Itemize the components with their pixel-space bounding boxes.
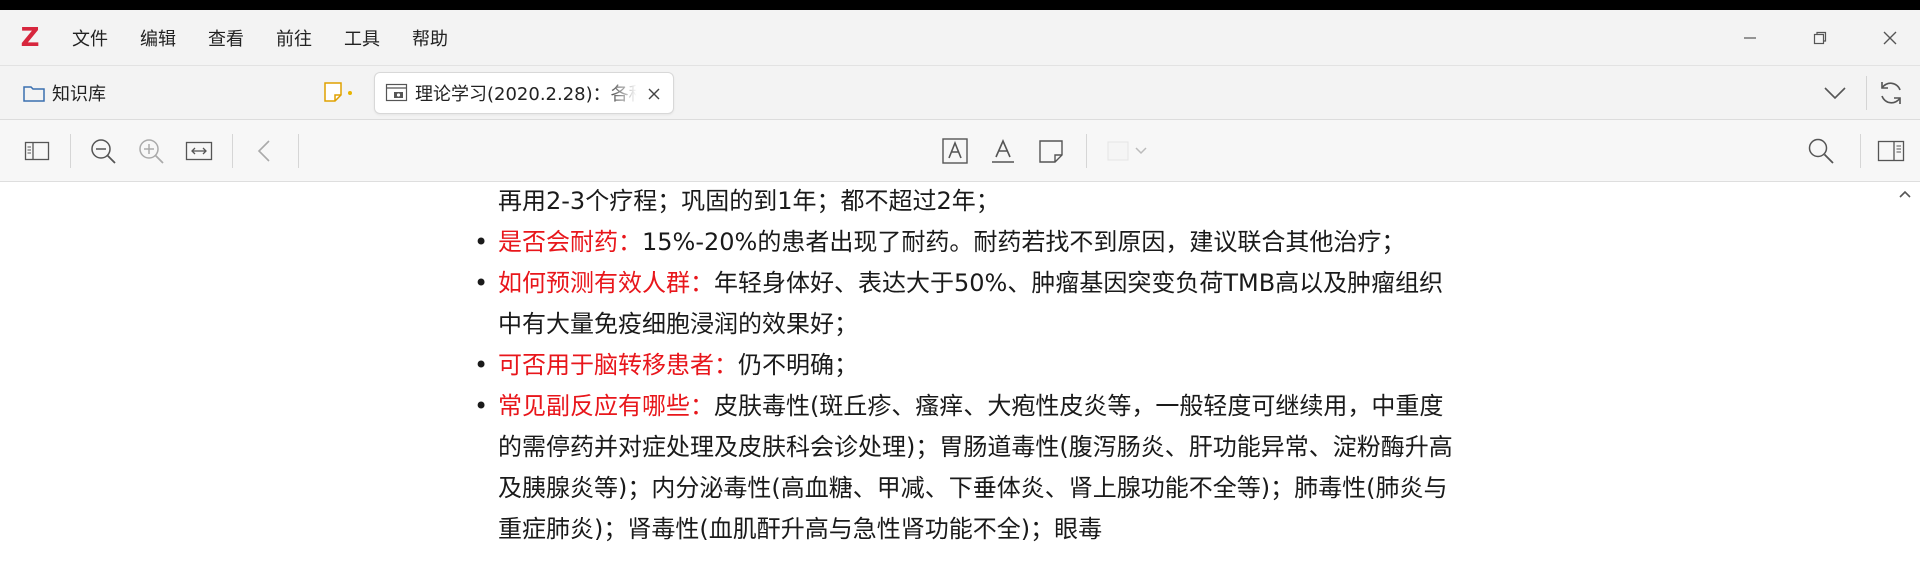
underline-text-button[interactable] (988, 136, 1018, 166)
chevron-up-icon (1899, 190, 1911, 198)
context-pane-icon (1877, 140, 1905, 162)
zoom-in-icon (139, 139, 164, 164)
zoom-out-button[interactable] (88, 136, 118, 166)
app-logo: Z (20, 22, 40, 53)
tab-close-button[interactable] (647, 81, 661, 106)
library-tab[interactable]: 知识库 (22, 66, 106, 120)
sidebar-icon (24, 141, 50, 161)
note-icon (1039, 140, 1063, 163)
reader-toolbar (0, 120, 1920, 182)
menu-tools[interactable]: 工具 (328, 25, 396, 51)
sync-button[interactable] (1876, 78, 1906, 112)
item-label: 是否会耐药： (498, 228, 642, 256)
bullet-list: 是否会耐药：15%-20%的患者出现了耐药。耐药若找不到原因，建议联合其他治疗；… (472, 222, 1462, 550)
chevron-left-icon (257, 140, 270, 162)
divider (1866, 76, 1867, 110)
item-label: 常见副反应有哪些： (498, 392, 714, 420)
divider (1860, 134, 1861, 168)
list-item: 常见副反应有哪些：皮肤毒性(斑丘疹、瘙痒、大疱性皮炎等，一般轻度可继续用，中重度… (472, 386, 1462, 550)
list-item: 可否用于脑转移患者：仍不明确； (472, 345, 1462, 386)
tab-bar: 知识库 理论学习(2020.2.28)：各种免疫检查点抑制剂 (0, 66, 1920, 120)
tab-list-dropdown[interactable] (1820, 78, 1850, 112)
close-window-button[interactable] (1860, 10, 1920, 66)
close-icon (648, 88, 660, 100)
list-item: 是否会耐药：15%-20%的患者出现了耐药。耐药若找不到原因，建议联合其他治疗； (472, 222, 1462, 263)
minimize-button[interactable] (1720, 10, 1780, 66)
zoom-out-icon (91, 139, 116, 164)
list-item: 如何预测有效人群：年轻身体好、表达大于50%、肿瘤基因突变负荷TMB高以及肿瘤组… (472, 263, 1462, 345)
divider (298, 134, 299, 168)
search-icon (1808, 138, 1834, 164)
library-tab-label: 知识库 (52, 84, 106, 105)
sync-icon (1881, 82, 1901, 104)
highlight-text-button[interactable] (940, 136, 970, 166)
menu-go[interactable]: 前往 (260, 25, 328, 51)
divider (232, 134, 233, 168)
notes-tab-button[interactable] (322, 80, 356, 110)
item-label: 可否用于脑转移患者： (498, 351, 738, 379)
note-icon (324, 82, 352, 102)
back-button[interactable] (250, 136, 280, 166)
highlight-text-icon (942, 138, 968, 164)
menu-edit[interactable]: 编辑 (124, 25, 192, 51)
color-picker-button[interactable] (1104, 136, 1154, 166)
fit-width-button[interactable] (184, 136, 214, 166)
underline-text-icon (992, 139, 1014, 163)
minimize-icon (1744, 37, 1756, 39)
item-label: 如何预测有效人群： (498, 269, 714, 297)
tab-active-document[interactable]: 理论学习(2020.2.28)：各种免疫检查点抑制剂 (374, 72, 674, 114)
search-button[interactable] (1806, 136, 1836, 166)
folder-icon (23, 86, 45, 102)
web-snapshot-icon (385, 83, 408, 102)
chevron-down-icon (1824, 87, 1846, 100)
color-swatch-icon (1107, 141, 1147, 161)
menu-help[interactable]: 帮助 (396, 25, 464, 51)
close-icon (1883, 31, 1897, 45)
document-view[interactable]: 再用2-3个疗程；巩固的到1年；都不超过2年； 是否会耐药：15%-20%的患者… (0, 183, 1920, 578)
divider (1086, 134, 1087, 168)
document-content: 再用2-3个疗程；巩固的到1年；都不超过2年； 是否会耐药：15%-20%的患者… (472, 183, 1462, 550)
item-text: 仍不明确； (738, 351, 858, 379)
scroll-up-button[interactable] (1894, 183, 1916, 205)
tab-title: 理论学习(2020.2.28)：各种免疫检查点抑制剂 (415, 84, 637, 105)
restore-button[interactable] (1790, 10, 1850, 66)
continuation-line: 再用2-3个疗程；巩固的到1年；都不超过2年； (498, 187, 1000, 215)
item-text: 15%-20%的患者出现了耐药。耐药若找不到原因，建议联合其他治疗； (642, 228, 1406, 256)
divider (70, 134, 71, 168)
window-top-edge (0, 0, 1920, 10)
toggle-sidebar-button[interactable] (22, 136, 52, 166)
add-note-button[interactable] (1036, 136, 1066, 166)
fit-width-icon (185, 141, 213, 161)
toggle-context-pane-button[interactable] (1876, 136, 1906, 166)
restore-icon (1813, 31, 1827, 45)
zoom-in-button[interactable] (136, 136, 166, 166)
menu-view[interactable]: 查看 (192, 25, 260, 51)
menu-bar: Z 文件 编辑 查看 前往 工具 帮助 (0, 10, 1920, 66)
menu-file[interactable]: 文件 (60, 25, 124, 51)
